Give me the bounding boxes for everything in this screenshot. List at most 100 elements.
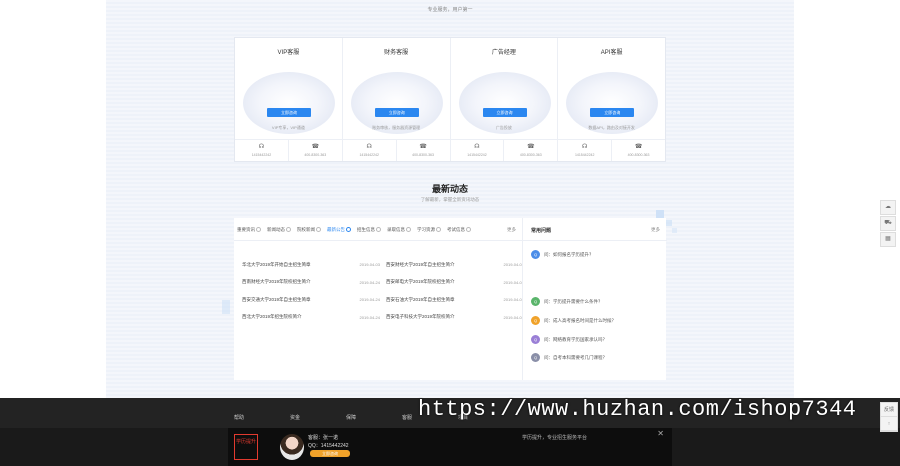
tab-label: 新闻动态 — [267, 227, 285, 232]
news-date: 2019-04-03 — [503, 262, 524, 268]
qq-icon: ☊ — [258, 144, 265, 150]
service-card-api: API客服 立即咨询 数据API，路由及对接开发 ☊ 1415442242 ☎ 40… — [558, 38, 665, 161]
phone-icon: ☎ — [527, 144, 535, 150]
service-title: API客服 — [600, 50, 623, 56]
qq-number: 1415442242 — [359, 153, 379, 157]
list-item[interactable]: 西安财经大学2019年自主招生简介 2019-04-03 — [386, 256, 524, 274]
news-section-subtitle: 了解最新，掌握全新资讯动态 — [420, 197, 480, 202]
news-date: 2019-04-03 — [359, 262, 380, 268]
decor-square — [666, 220, 672, 226]
list-item[interactable]: 西南财经大学2019年院校招生简介 2019-04-24 — [242, 274, 380, 292]
tab-news[interactable]: 学习资源 — [417, 224, 441, 236]
tab-label: 最新公告 — [327, 227, 345, 232]
list-item[interactable]: 西安交通大学2019年自主招生简章 2019-04-24 — [242, 291, 380, 309]
list-item[interactable]: 华北大学2019年开始自主招生简章 2019-04-03 — [242, 256, 380, 274]
qrcode-icon[interactable]: ▦ — [880, 232, 896, 247]
side-toolbar: ☁ ⛟ ▦ — [880, 200, 896, 248]
tab-circle-icon — [316, 227, 321, 233]
tab-news[interactable]: 重要资讯 — [237, 224, 261, 236]
decor-square — [672, 228, 677, 233]
service-desc: VIP专享，VIP通道 — [271, 125, 305, 130]
qq-icon: ☊ — [582, 144, 588, 150]
faq-item[interactable]: Q 问：自考本科需要考几门课程？ — [531, 353, 607, 362]
phone-number: 400-8300-363 — [519, 153, 542, 157]
faq-question: 问：学历提升需要什么条件？ — [544, 298, 603, 304]
tab-label: 重要资讯 — [237, 227, 255, 232]
qq-number: 1415442242 — [574, 153, 595, 157]
popup-text: 学历提升，专业招生服务平台 — [522, 435, 588, 441]
cart-icon[interactable]: ⛟ — [880, 216, 896, 231]
news-more-link[interactable]: 更多 — [507, 224, 516, 236]
tab-circle-icon — [406, 227, 411, 233]
faq-item[interactable]: Q 问：学历提升需要什么条件？ — [531, 297, 603, 306]
faq-question: 问：成人高考报名时间是什么时候？ — [544, 317, 616, 323]
tab-label: 招生信息 — [357, 227, 375, 232]
contact-popup: 学历提升 客服：张一诺 QQ：1415442242 立即咨询 学历提升，专业招生… — [228, 428, 672, 466]
faq-question: 问：自考本科需要考几门课程？ — [544, 354, 607, 360]
faq-more-link[interactable]: 更多 — [651, 227, 660, 233]
news-text: 西安邮电大学2019年院校招生简介 — [386, 279, 455, 285]
tab-circle-icon — [256, 227, 261, 233]
agent-name: 客服：张一诺 — [308, 435, 339, 441]
phone-icon: ☎ — [419, 144, 427, 150]
tab-news[interactable]: 考试信息 — [447, 224, 471, 236]
service-title: 广告经理 — [491, 50, 516, 56]
faq-item[interactable]: Q 问：网络教育学历国家承认吗？ — [531, 335, 607, 344]
news-date: 2019-04-24 — [359, 297, 380, 303]
tab-circle-icon — [436, 227, 441, 233]
consult-button[interactable]: 立即咨询 — [482, 108, 527, 117]
service-icon[interactable]: ☁ — [880, 200, 896, 215]
list-item[interactable]: 西安邮电大学2019年院校招生简介 2019-04-03 — [386, 274, 524, 292]
news-panel: 重要资讯 新闻动态 院校新闻 最新公告 招生信息 录取信息 学习资源 考试信息 … — [234, 218, 524, 380]
consult-button[interactable]: 立即咨询 — [267, 108, 311, 117]
qq-number: 1415442242 — [251, 153, 272, 157]
list-item[interactable]: 西北大学2019年招生院校简介 2019-04-24 — [242, 309, 380, 327]
news-text: 西北大学2019年招生院校简介 — [242, 314, 302, 320]
feedback-button[interactable]: 反馈 — [881, 403, 897, 417]
service-desc: 数据API，路由及对接开发 — [588, 125, 635, 130]
decor-square — [222, 300, 230, 314]
service-cards: VIP客服 立即咨询 VIP专享，VIP通道 ☊ 1415442242 ☎ 400-… — [234, 37, 666, 162]
service-title: VIP客服 — [277, 50, 300, 56]
news-text: 西安财经大学2019年自主招生简介 — [386, 261, 455, 267]
news-tabs: 重要资讯 新闻动态 院校新闻 最新公告 招生信息 录取信息 学习资源 考试信息 — [234, 224, 522, 236]
tab-news[interactable]: 院校新闻 — [297, 224, 321, 236]
question-icon: Q — [531, 353, 540, 362]
list-item[interactable]: 西安石油大学2019年自主招生简章 2019-04-03 — [386, 291, 524, 309]
tab-news[interactable]: 新闻动态 — [267, 224, 291, 236]
service-card-vip: VIP客服 立即咨询 VIP专享，VIP通道 ☊ 1415442242 ☎ 400-… — [235, 38, 343, 161]
question-icon: Q — [531, 316, 540, 325]
question-icon: Q — [531, 297, 540, 306]
news-date: 2019-04-03 — [503, 314, 524, 320]
question-icon: Q — [531, 250, 540, 259]
service-contact: ☊ 1415442242 ☎ 400-8300-363 — [558, 139, 665, 161]
decor-square — [656, 210, 664, 218]
consult-now-button[interactable]: 立即咨询 — [310, 450, 350, 457]
list-item[interactable]: 西安电子科技大学2019年院校简介 2019-04-03 — [386, 309, 524, 327]
faq-question: 问：网络教育学历国家承认吗？ — [544, 336, 607, 342]
news-list-left: 华北大学2019年开始自主招生简章 2019-04-03 西南财经大学2019年院… — [242, 256, 380, 326]
phone-number: 400-8300-363 — [304, 153, 327, 157]
service-desc: 广告投放 — [495, 125, 512, 130]
faq-item[interactable]: Q 问：如何报名学历提升？ — [531, 250, 594, 259]
service-contact: ☊ 1415442242 ☎ 400-8300-363 — [450, 139, 558, 161]
news-text: 西安石油大学2019年自主招生简章 — [386, 296, 455, 302]
tab-label: 院校新闻 — [297, 227, 315, 232]
faq-title: 常用问题 — [531, 228, 552, 234]
consult-button[interactable]: 立即咨询 — [374, 108, 419, 117]
back-to-top-icon[interactable]: ↑ — [881, 417, 897, 431]
divider — [234, 240, 522, 241]
close-icon[interactable]: ✕ — [657, 429, 664, 438]
tab-news[interactable]: 招生信息 — [357, 224, 381, 236]
service-card-finance: 财务客服 立即咨询 账务审核，服务器资源管理 ☊ 1415442242 ☎ 400-… — [342, 38, 451, 161]
tab-label: 考试信息 — [447, 227, 465, 232]
news-text: 西安电子科技大学2019年院校简介 — [386, 314, 455, 320]
tab-news[interactable]: 录取信息 — [387, 224, 411, 236]
faq-item[interactable]: Q 问：成人高考报名时间是什么时候？ — [531, 316, 616, 325]
service-desc: 账务审核，服务器资源管理 — [372, 125, 421, 130]
news-text: 西南财经大学2019年院校招生简介 — [242, 279, 311, 285]
consult-button[interactable]: 立即咨询 — [590, 108, 635, 117]
divider — [523, 240, 667, 241]
tab-news-active[interactable]: 最新公告 — [327, 224, 351, 236]
phone-icon: ☎ — [311, 144, 320, 150]
